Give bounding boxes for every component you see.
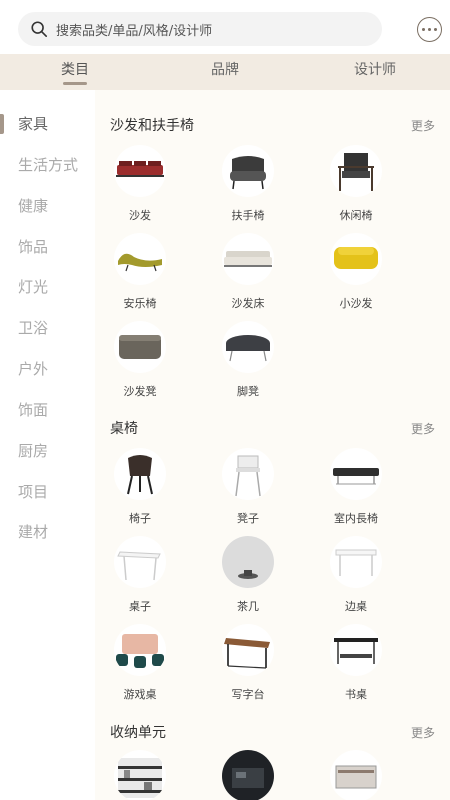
item-label: 游戏桌 xyxy=(123,688,157,701)
bench-icon xyxy=(330,448,382,500)
sidebar-item-accessories[interactable]: 饰品 xyxy=(18,236,48,258)
item-label: 扶手椅 xyxy=(231,209,265,222)
chair-icon xyxy=(114,448,166,500)
sidebar-item-furniture[interactable]: 家具 xyxy=(18,113,48,135)
item-label: 沙发床 xyxy=(231,297,265,310)
item-label: 沙发凳 xyxy=(123,385,157,398)
item-label: 椅子 xyxy=(129,512,151,525)
more-link[interactable]: 更多 xyxy=(411,420,435,437)
sofa-icon xyxy=(114,145,166,197)
writing-desk-icon xyxy=(330,624,382,676)
table-icon xyxy=(114,536,166,588)
sidebar-active-indicator xyxy=(0,114,4,134)
sofa-stool-icon xyxy=(114,321,166,373)
item-label: 室内長椅 xyxy=(334,512,378,525)
sofa-bed-icon xyxy=(222,233,274,285)
desk-icon xyxy=(222,624,274,676)
small-sofa-icon xyxy=(330,233,382,285)
item-label: 小沙发 xyxy=(339,297,373,310)
item-label: 脚凳 xyxy=(237,385,259,398)
item-label: 书桌 xyxy=(345,688,367,701)
sidebar-item-bathroom[interactable]: 卫浴 xyxy=(18,317,48,339)
stool-icon xyxy=(222,448,274,500)
search-bar[interactable]: 搜索品类/单品/风格/设计师 xyxy=(18,12,382,46)
sidebar-item-health[interactable]: 健康 xyxy=(18,195,48,217)
section-title: 收纳单元 xyxy=(110,725,166,741)
more-link[interactable]: 更多 xyxy=(411,117,435,134)
sidebar-item-outdoor[interactable]: 户外 xyxy=(18,358,48,380)
section-title: 桌椅 xyxy=(110,421,138,437)
item-label: 凳子 xyxy=(237,512,259,525)
sidebar-item-projects[interactable]: 项目 xyxy=(18,481,48,503)
section-title: 沙发和扶手椅 xyxy=(110,118,194,134)
item-label: 桌子 xyxy=(129,600,151,613)
item-label: 安乐椅 xyxy=(123,297,157,310)
game-table-icon xyxy=(114,624,166,676)
sidebar-item-lighting[interactable]: 灯光 xyxy=(18,276,48,298)
sidebar-item-kitchen[interactable]: 厨房 xyxy=(18,440,48,462)
coffee-table-icon xyxy=(222,536,274,588)
cabinet-icon xyxy=(222,750,274,800)
sidebar-item-finishes[interactable]: 饰面 xyxy=(18,399,48,421)
sidebar-item-materials[interactable]: 建材 xyxy=(18,521,48,543)
item-label: 沙发 xyxy=(129,209,151,222)
sideboard-icon xyxy=(330,750,382,800)
message-icon[interactable] xyxy=(417,17,442,42)
chaise-icon xyxy=(114,233,166,285)
search-icon xyxy=(31,21,48,38)
shelf-icon xyxy=(114,750,166,800)
sidebar-item-lifestyle[interactable]: 生活方式 xyxy=(18,154,78,176)
armchair-icon xyxy=(222,145,274,197)
item-label: 写字台 xyxy=(231,688,265,701)
tab-active-indicator xyxy=(63,82,87,85)
footstool-icon xyxy=(222,321,274,373)
search-input[interactable]: 搜索品类/单品/风格/设计师 xyxy=(56,20,212,39)
more-link[interactable]: 更多 xyxy=(411,724,435,741)
category-content: 沙发和扶手椅 更多 沙发 扶手椅 休闲椅 安乐椅 沙发床 小沙发 沙发凳 脚凳 … xyxy=(95,90,450,800)
item-label: 边桌 xyxy=(345,600,367,613)
item-label: 休闲椅 xyxy=(339,209,373,222)
tab-brand[interactable]: 品牌 xyxy=(185,54,265,90)
tab-designer[interactable]: 设计师 xyxy=(335,54,415,90)
side-table-icon xyxy=(330,536,382,588)
header: 搜索品类/单品/风格/设计师 xyxy=(0,0,450,54)
lounge-chair-icon xyxy=(330,145,382,197)
item-label: 茶几 xyxy=(237,600,259,613)
